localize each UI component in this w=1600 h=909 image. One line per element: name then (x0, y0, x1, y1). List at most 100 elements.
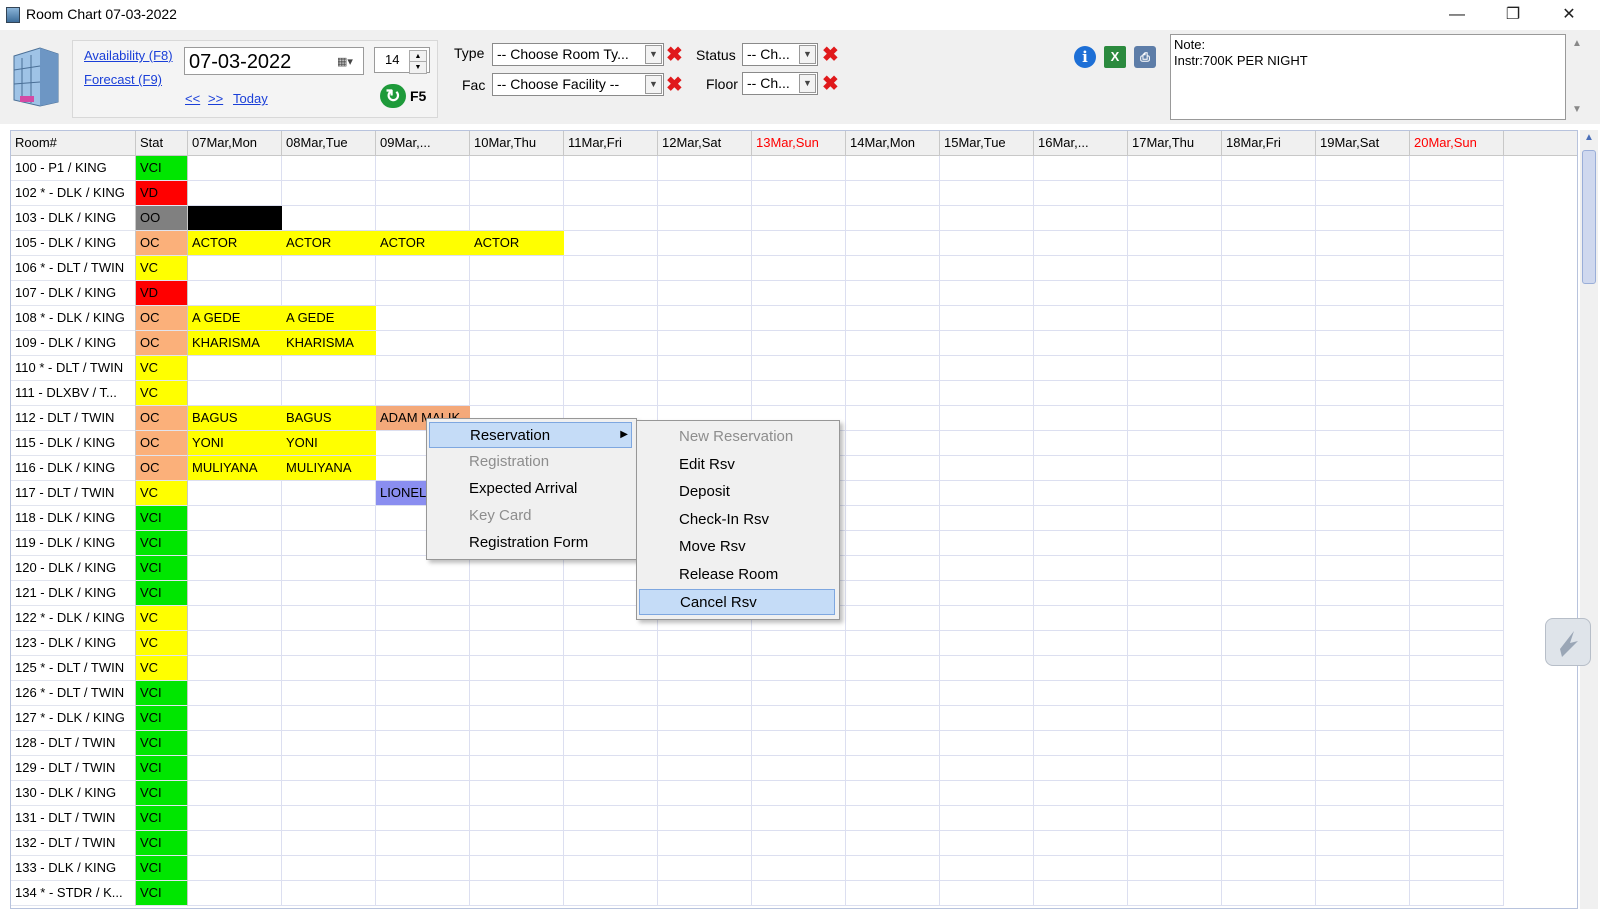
date-cell[interactable] (846, 256, 940, 281)
date-cell[interactable] (1128, 281, 1222, 306)
date-cell[interactable] (564, 681, 658, 706)
column-header-date[interactable]: 16Mar,... (1034, 131, 1128, 156)
date-cell[interactable] (1222, 556, 1316, 581)
date-cell[interactable] (1128, 631, 1222, 656)
date-cell[interactable] (846, 731, 940, 756)
date-cell[interactable] (1034, 781, 1128, 806)
date-cell[interactable] (1034, 556, 1128, 581)
date-cell[interactable] (1128, 206, 1222, 231)
date-cell[interactable] (282, 506, 376, 531)
date-cell[interactable] (1034, 331, 1128, 356)
date-cell[interactable] (1316, 556, 1410, 581)
date-cell[interactable] (564, 881, 658, 906)
date-cell[interactable] (1034, 856, 1128, 881)
room-cell[interactable]: 125 * - DLT / TWIN (11, 656, 136, 681)
date-cell[interactable] (1316, 506, 1410, 531)
menu-item-reservation[interactable]: Reservation (429, 422, 632, 448)
date-cell[interactable] (752, 256, 846, 281)
date-cell[interactable] (1034, 681, 1128, 706)
date-cell[interactable] (470, 606, 564, 631)
date-cell[interactable] (376, 756, 470, 781)
date-cell[interactable] (564, 856, 658, 881)
room-cell[interactable]: 130 - DLK / KING (11, 781, 136, 806)
forecast-link[interactable]: Forecast (F9) (84, 72, 162, 87)
date-cell[interactable] (1316, 856, 1410, 881)
date-cell[interactable] (1034, 431, 1128, 456)
booking-block[interactable]: A GEDE (188, 306, 282, 330)
date-cell[interactable] (940, 531, 1034, 556)
date-cell[interactable] (1034, 881, 1128, 906)
date-cell[interactable] (846, 806, 940, 831)
date-cell[interactable] (1128, 581, 1222, 606)
status-cell[interactable]: OC (136, 331, 188, 356)
date-cell[interactable] (564, 281, 658, 306)
date-cell[interactable] (1128, 656, 1222, 681)
date-cell[interactable] (1410, 656, 1504, 681)
days-stepper[interactable]: 14 ▲ ▼ (374, 47, 430, 74)
date-cell[interactable] (658, 631, 752, 656)
date-cell[interactable] (752, 856, 846, 881)
date-cell[interactable] (1410, 381, 1504, 406)
availability-link[interactable]: Availability (F8) (84, 48, 173, 63)
date-cell[interactable] (1316, 306, 1410, 331)
scroll-up-icon[interactable]: ▲ (1584, 132, 1594, 143)
date-cell[interactable] (470, 731, 564, 756)
date-cell[interactable] (1128, 156, 1222, 181)
date-cell[interactable] (282, 831, 376, 856)
date-cell[interactable] (1410, 481, 1504, 506)
date-cell[interactable] (1222, 631, 1316, 656)
date-cell[interactable] (188, 881, 282, 906)
menu-item-expected-arrival[interactable]: Expected Arrival (429, 476, 632, 502)
date-cell[interactable] (658, 356, 752, 381)
column-header-stat[interactable]: Stat (136, 131, 188, 156)
date-cell[interactable] (188, 356, 282, 381)
date-cell[interactable] (658, 831, 752, 856)
status-cell[interactable]: VCI (136, 156, 188, 181)
date-cell[interactable] (846, 506, 940, 531)
floor-select[interactable]: -- Ch... ▼ (742, 72, 818, 95)
status-cell[interactable]: VC (136, 481, 188, 506)
status-cell[interactable]: OO (136, 206, 188, 231)
date-cell[interactable] (376, 181, 470, 206)
date-cell[interactable] (1128, 231, 1222, 256)
date-cell[interactable] (564, 731, 658, 756)
room-cell[interactable]: 116 - DLK / KING (11, 456, 136, 481)
status-cell[interactable]: OC (136, 431, 188, 456)
next-link[interactable]: >> (208, 91, 223, 106)
date-cell[interactable] (1034, 406, 1128, 431)
date-cell[interactable] (1034, 256, 1128, 281)
date-cell[interactable] (470, 756, 564, 781)
date-cell[interactable] (1410, 681, 1504, 706)
info-icon[interactable]: i (1074, 46, 1096, 68)
date-cell[interactable] (1034, 281, 1128, 306)
date-cell[interactable] (470, 156, 564, 181)
date-cell[interactable] (470, 306, 564, 331)
date-cell[interactable] (1316, 406, 1410, 431)
date-cell[interactable] (658, 156, 752, 181)
date-cell[interactable] (1222, 381, 1316, 406)
date-cell[interactable] (846, 356, 940, 381)
date-cell[interactable] (564, 256, 658, 281)
date-cell[interactable] (658, 281, 752, 306)
status-cell[interactable]: VCI (136, 506, 188, 531)
column-header-date[interactable]: 20Mar,Sun (1410, 131, 1504, 156)
date-cell[interactable] (846, 656, 940, 681)
date-cell[interactable] (1128, 881, 1222, 906)
date-cell[interactable] (940, 156, 1034, 181)
status-cell[interactable]: VCI (136, 531, 188, 556)
date-cell[interactable] (1316, 731, 1410, 756)
room-cell[interactable]: 115 - DLK / KING (11, 431, 136, 456)
booking-block[interactable]: YONI (282, 431, 376, 455)
date-cell[interactable] (1410, 531, 1504, 556)
date-cell[interactable] (376, 331, 470, 356)
date-cell[interactable] (658, 781, 752, 806)
date-cell[interactable] (1316, 781, 1410, 806)
date-cell[interactable] (376, 781, 470, 806)
date-cell[interactable] (1128, 606, 1222, 631)
date-cell[interactable] (470, 831, 564, 856)
date-cell[interactable] (1222, 181, 1316, 206)
submenu-item-cancel-rsv[interactable]: Cancel Rsv (639, 589, 835, 615)
date-cell[interactable] (1034, 356, 1128, 381)
date-cell[interactable] (1034, 531, 1128, 556)
date-cell[interactable] (1222, 431, 1316, 456)
